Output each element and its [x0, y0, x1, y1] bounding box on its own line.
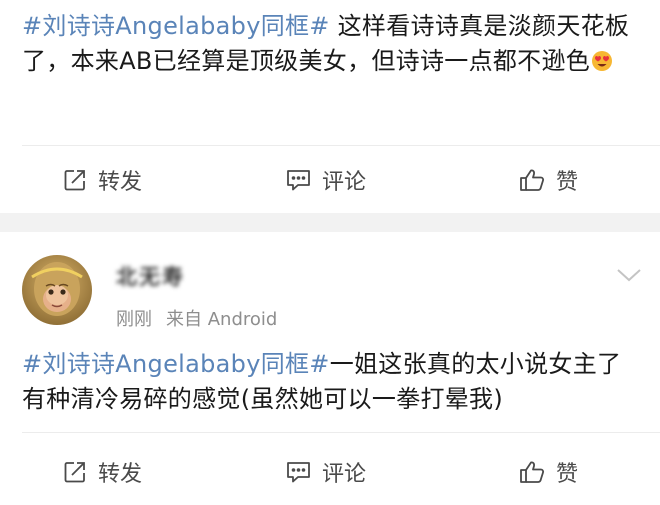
topic-link[interactable]: #刘诗诗Angelababy同框#	[22, 350, 330, 378]
like-label: 赞	[556, 170, 579, 195]
repost-button[interactable]: 转发	[62, 147, 142, 213]
thumbs-up-icon	[520, 169, 545, 191]
action-bar: 转发 评论 赞	[0, 439, 660, 505]
username[interactable]: 北无寿	[116, 261, 185, 291]
like-button[interactable]: 赞	[518, 439, 578, 505]
post-source: 来自 Android	[166, 305, 277, 331]
action-bar: 转发 评论 赞	[0, 147, 660, 213]
source-app: Android	[207, 309, 278, 330]
divider	[22, 145, 660, 146]
comment-icon	[287, 462, 310, 483]
post-meta: 刚刚 来自 Android	[116, 305, 277, 331]
post-card-2: 北无寿 刚刚 来自 Android #刘诗诗Angelababy同框#一姐这张真…	[0, 232, 660, 505]
thumbs-up-icon	[520, 461, 545, 483]
chevron-down-icon[interactable]	[614, 265, 644, 285]
post-text: #刘诗诗Angelababy同框#一姐这张真的太小说女主了 有种清冷易碎的感觉(…	[22, 347, 642, 417]
comment-label: 评论	[322, 170, 367, 195]
comment-button[interactable]: 评论	[285, 147, 366, 213]
like-button[interactable]: 赞	[518, 147, 578, 213]
repost-button[interactable]: 转发	[62, 439, 142, 505]
repost-icon	[64, 170, 85, 191]
post-time: 刚刚	[116, 309, 152, 330]
comment-icon	[287, 170, 310, 191]
avatar[interactable]	[22, 255, 92, 325]
avatar-image	[22, 255, 92, 325]
heart-eyes-emoji-icon	[592, 51, 613, 71]
repost-label: 转发	[98, 170, 143, 195]
post-card-1: #刘诗诗Angelababy同框# 这样看诗诗真是淡颜天花板了，本来AB已经算是…	[0, 0, 660, 213]
comment-button[interactable]: 评论	[285, 439, 366, 505]
divider	[22, 432, 660, 433]
source-prefix: 来自	[166, 309, 202, 330]
post-text: #刘诗诗Angelababy同框# 这样看诗诗真是淡颜天花板了，本来AB已经算是…	[22, 9, 642, 79]
topic-link[interactable]: #刘诗诗Angelababy同框#	[22, 12, 330, 40]
feed-separator	[0, 213, 660, 232]
repost-icon	[64, 462, 85, 483]
repost-label: 转发	[98, 462, 143, 487]
like-label: 赞	[556, 462, 579, 487]
comment-label: 评论	[322, 462, 367, 487]
